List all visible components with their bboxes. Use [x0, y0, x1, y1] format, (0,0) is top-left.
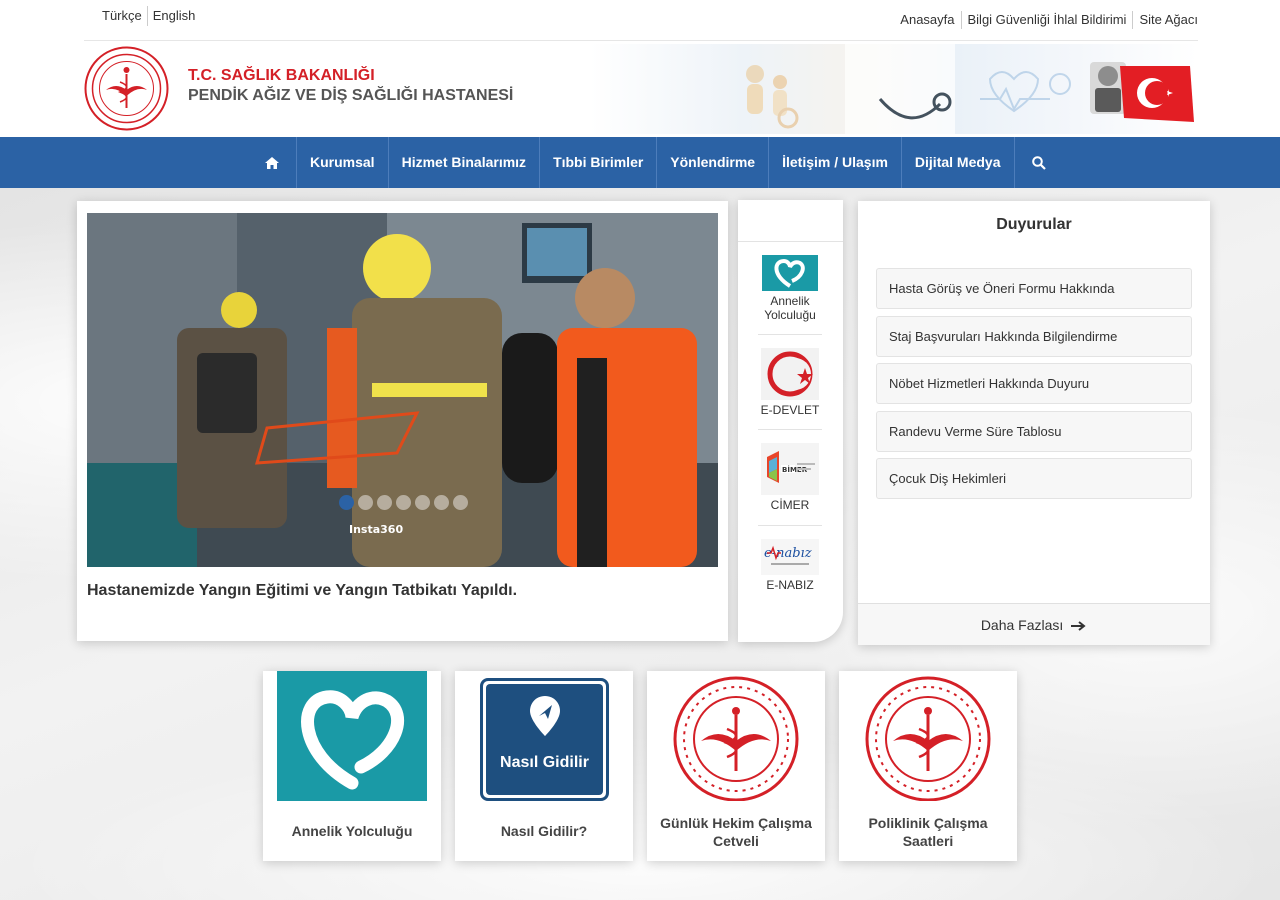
- divider: [738, 241, 843, 242]
- news-slider: Insta360 Hastanemizde Yangın Eğitimi ve …: [77, 201, 728, 641]
- nav-search[interactable]: [1015, 137, 1063, 188]
- announcement-item[interactable]: Hasta Görüş ve Öneri Formu Hakkında: [876, 268, 1192, 309]
- enabiz-logo-icon: e-nabız: [761, 539, 819, 575]
- slider-dot[interactable]: [339, 495, 354, 510]
- sign-text: Nasıl Gidilir: [500, 754, 589, 771]
- tile-label: Poliklinik Çalışma Saatleri: [868, 815, 988, 849]
- slider-dot[interactable]: [453, 495, 468, 510]
- lang-english[interactable]: English: [148, 6, 201, 26]
- map-pin-icon: [530, 696, 560, 736]
- announcement-item[interactable]: Nöbet Hizmetleri Hakkında Duyuru: [876, 363, 1192, 404]
- quick-link-enabiz[interactable]: e-nabız E-NABIZ: [758, 539, 822, 592]
- more-announcements-button[interactable]: Daha Fazlası: [858, 603, 1210, 645]
- slider-dot[interactable]: [377, 495, 392, 510]
- quick-link-label: Annelik Yolculuğu: [764, 294, 816, 322]
- tile-nasil-gidilir[interactable]: Nasıl Gidilir Nasıl Gidilir?: [455, 671, 633, 861]
- nav-home[interactable]: [248, 137, 297, 188]
- search-icon: [1031, 155, 1046, 170]
- header-banner-image: [590, 44, 1198, 134]
- nav-hizmet-binalari[interactable]: Hizmet Binalarımız: [389, 137, 541, 188]
- heart-logo-icon: [762, 255, 818, 291]
- quick-link-annelik[interactable]: Annelik Yolculuğu: [758, 255, 822, 322]
- hospital-name[interactable]: PENDİK AĞIZ VE DİŞ SAĞLIĞI HASTANESİ: [188, 86, 513, 106]
- edevlet-logo-icon: [761, 348, 819, 400]
- heart-logo-icon: [277, 671, 427, 801]
- more-label: Daha Fazlası: [980, 617, 1064, 633]
- home-icon: [265, 156, 279, 169]
- tile-label: Nasıl Gidilir?: [500, 823, 588, 839]
- slider-dot[interactable]: [434, 495, 449, 510]
- quick-link-cimer[interactable]: BİMER CİMER: [758, 443, 822, 512]
- link-security-breach[interactable]: Bilgi Güvenliği İhlal Bildirimi: [960, 11, 1133, 29]
- tile-poliklinik-saatleri[interactable]: Poliklinik Çalışma Saatleri: [839, 671, 1017, 861]
- main-nav: Kurumsal Hizmet Binalarımız Tıbbi Biriml…: [0, 137, 1280, 188]
- slide-caption[interactable]: Hastanemizde Yangın Eğitimi ve Yangın Ta…: [87, 582, 517, 600]
- nav-tibbi-birimler[interactable]: Tıbbi Birimler: [540, 137, 658, 188]
- sign-face: Nasıl Gidilir: [486, 684, 603, 795]
- divider: [758, 429, 822, 430]
- announcement-item[interactable]: Çocuk Diş Hekimleri: [876, 458, 1192, 499]
- link-home[interactable]: Anasayfa: [900, 11, 960, 29]
- announcements-panel: Duyurular Hasta Görüş ve Öneri Formu Hak…: [858, 201, 1210, 645]
- announcement-item[interactable]: Staj Başvuruları Hakkında Bilgilendirme: [876, 316, 1192, 357]
- tile-label: Günlük Hekim Çalışma Cetveli: [660, 815, 812, 849]
- slider-dot[interactable]: [396, 495, 411, 510]
- quick-link-label: E-DEVLET: [760, 403, 820, 417]
- divider: [758, 334, 822, 335]
- nav-dijital-medya[interactable]: Dijital Medya: [902, 137, 1015, 188]
- tile-gunluk-hekim[interactable]: Günlük Hekim Çalışma Cetveli: [647, 671, 825, 861]
- slider-dot[interactable]: [358, 495, 373, 510]
- top-links: Anasayfa Bilgi Güvenliği İhlal Bildirimi…: [900, 11, 1198, 29]
- tile-annelik-yolculugu[interactable]: Annelik Yolculuğu: [263, 671, 441, 861]
- nav-kurumsal[interactable]: Kurumsal: [297, 137, 389, 188]
- cimer-logo-icon: BİMER: [761, 443, 819, 495]
- quick-links: Annelik Yolculuğu E-DEVLET BİMER CİMER e…: [738, 200, 843, 642]
- location-sign-icon: Nasıl Gidilir: [480, 678, 609, 801]
- top-bar: Türkçe English Anasayfa Bilgi Güvenliği …: [0, 0, 1280, 41]
- site-title: T.C. SAĞLIK BAKANLIĞI PENDİK AĞIZ VE DİŞ…: [188, 66, 513, 106]
- lang-turkish[interactable]: Türkçe: [102, 6, 148, 26]
- slider-dots: [339, 495, 468, 510]
- announcement-item[interactable]: Randevu Verme Süre Tablosu: [876, 411, 1192, 452]
- quick-link-label: E-NABIZ: [766, 578, 814, 592]
- language-switcher: Türkçe English: [102, 6, 200, 26]
- arrow-right-icon: [1071, 621, 1086, 632]
- nav-iletisim[interactable]: İletişim / Ulaşım: [769, 137, 902, 188]
- svg-text:Insta360: Insta360: [349, 523, 403, 536]
- ministry-name[interactable]: T.C. SAĞLIK BAKANLIĞI: [188, 66, 513, 86]
- quick-link-edevlet[interactable]: E-DEVLET: [758, 348, 822, 417]
- site-header: T.C. SAĞLIK BAKANLIĞI PENDİK AĞIZ VE DİŞ…: [0, 41, 1280, 137]
- ministry-seal-icon: [673, 676, 799, 801]
- nav-yonlendirme[interactable]: Yönlendirme: [657, 137, 770, 188]
- ministry-seal-icon[interactable]: [84, 46, 169, 131]
- ministry-seal-icon: [865, 676, 991, 801]
- quick-link-label: CİMER: [770, 498, 810, 512]
- tile-label: Annelik Yolculuğu: [291, 823, 413, 839]
- slide-image[interactable]: Insta360: [87, 213, 718, 567]
- nav-items: Kurumsal Hizmet Binalarımız Tıbbi Biriml…: [248, 137, 1063, 188]
- divider: [758, 525, 822, 526]
- announcements-title: Duyurular: [996, 216, 1072, 233]
- slider-dot[interactable]: [415, 495, 430, 510]
- link-sitemap[interactable]: Site Ağacı: [1132, 11, 1198, 29]
